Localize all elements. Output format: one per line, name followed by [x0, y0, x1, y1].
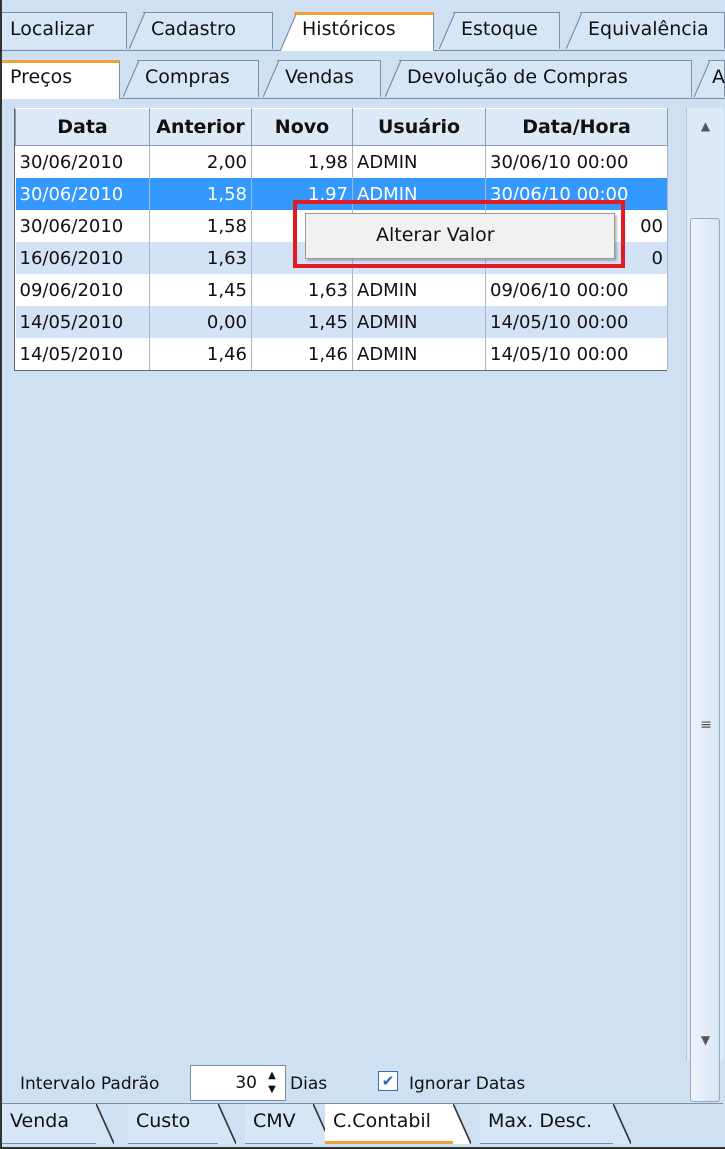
cell-data: 30/06/2010: [15, 210, 150, 242]
intervalo-label: Intervalo Padrão: [20, 1074, 160, 1094]
bottom-tab-strip: Venda Custo CMV C.Contabil Max. Desc.: [2, 1103, 723, 1146]
cell-data-hora: 09/06/10 00:00: [485, 274, 668, 306]
tab-localizar[interactable]: Localizar: [2, 12, 127, 49]
tab-vendas[interactable]: Vendas: [263, 60, 381, 97]
cell-usuario: ADMIN: [352, 178, 486, 210]
tab-a[interactable]: A: [694, 60, 725, 97]
top-tab-strip: Localizar Cadastro Históricos Estoque Eq…: [2, 12, 725, 51]
tab-label: Cadastro: [151, 18, 236, 40]
column-header-data[interactable]: Data: [15, 108, 150, 146]
tab-label: Históricos: [302, 18, 396, 40]
cell-novo: 1,45: [251, 306, 353, 338]
cell-data-hora: 30/06/10 00:00: [485, 145, 668, 178]
intervalo-value[interactable]: 30: [197, 1073, 257, 1093]
tab-label: Devolução de Compras: [407, 66, 628, 88]
tab-label: Venda: [10, 1110, 69, 1132]
cell-anterior: 1,58: [149, 210, 252, 242]
cell-anterior: 1,63: [149, 242, 252, 274]
grip-icon: ≡: [700, 717, 712, 733]
cell-anterior: 0,00: [149, 306, 252, 338]
table-row[interactable]: 14/05/2010 1,46 1,46 ADMIN 14/05/10 00:0…: [15, 338, 668, 370]
sub-tab-strip: Preços Compras Vendas Devolução de Compr…: [2, 60, 725, 99]
tab-label: A: [712, 66, 725, 88]
cell-novo: 1,46: [251, 338, 353, 370]
tab-max-desc[interactable]: Max. Desc.: [480, 1104, 631, 1144]
ignorar-datas-label[interactable]: Ignorar Datas: [409, 1074, 525, 1094]
cell-usuario: ADMIN: [352, 145, 486, 178]
tab-compras[interactable]: Compras: [123, 60, 259, 97]
table-row[interactable]: 14/05/2010 0,00 1,45 ADMIN 14/05/10 00:0…: [15, 306, 668, 338]
tab-equivalencia[interactable]: Equivalência: [566, 12, 725, 49]
tab-custo[interactable]: Custo: [128, 1104, 236, 1144]
table-row-selected[interactable]: 30/06/2010 1,58 1,97 ADMIN 30/06/10 00:0…: [15, 178, 668, 210]
stepper-down-icon[interactable]: ▼: [261, 1083, 283, 1097]
column-header-usuario[interactable]: Usuário: [352, 108, 486, 146]
scrollbar-thumb[interactable]: ≡: [690, 218, 720, 1102]
tab-label: Custo: [136, 1110, 191, 1132]
tab-label: CMV: [253, 1110, 296, 1132]
cell-usuario: ADMIN: [352, 306, 486, 338]
cell-data: 16/06/2010: [15, 242, 150, 274]
vertical-scrollbar[interactable]: ▲ ≡ ▼: [686, 108, 724, 1102]
menu-item-alterar-valor[interactable]: Alterar Valor: [376, 224, 495, 246]
cell-data: 14/05/2010: [15, 338, 150, 370]
tab-cadastro[interactable]: Cadastro: [129, 12, 273, 49]
cell-novo: 1,63: [251, 274, 353, 306]
cell-anterior: 1,46: [149, 338, 252, 370]
cell-data: 30/06/2010: [15, 145, 150, 178]
cell-usuario: ADMIN: [352, 274, 486, 306]
tab-label: Vendas: [285, 66, 354, 88]
intervalo-stepper[interactable]: 30 ▲ ▼: [190, 1065, 286, 1101]
table-row[interactable]: 30/06/2010 2,00 1,98 ADMIN 30/06/10 00:0…: [15, 145, 668, 178]
column-header-novo[interactable]: Novo: [251, 108, 353, 146]
tab-devolucao-compras[interactable]: Devolução de Compras: [385, 60, 692, 97]
tab-label: Max. Desc.: [488, 1110, 593, 1132]
tab-cmv[interactable]: CMV: [245, 1104, 331, 1144]
dias-label: Dias: [290, 1074, 328, 1094]
cell-usuario: ADMIN: [352, 338, 486, 370]
cell-data: 09/06/2010: [15, 274, 150, 306]
cell-novo: 1,97: [251, 178, 353, 210]
column-header-anterior[interactable]: Anterior: [149, 108, 252, 146]
cell-novo: 1,98: [251, 145, 353, 178]
cell-data-hora: 14/05/10 00:00: [485, 338, 668, 370]
tab-label: Estoque: [461, 18, 538, 40]
column-header-data-hora[interactable]: Data/Hora: [485, 108, 668, 146]
stepper-buttons: ▲ ▼: [261, 1069, 283, 1097]
cell-anterior: 1,45: [149, 274, 252, 306]
tab-venda[interactable]: Venda: [2, 1104, 114, 1144]
cell-anterior: 2,00: [149, 145, 252, 178]
check-icon: ✔: [381, 1072, 395, 1090]
tab-precos[interactable]: Preços: [2, 60, 120, 99]
tab-label: Localizar: [10, 18, 94, 40]
cell-data-hora: 14/05/10 00:00: [485, 306, 668, 338]
stepper-up-icon[interactable]: ▲: [261, 1069, 283, 1083]
cell-anterior: 1,58: [149, 178, 252, 210]
ignorar-datas-checkbox[interactable]: ✔: [378, 1071, 398, 1091]
cell-data: 30/06/2010: [15, 178, 150, 210]
tab-estoque[interactable]: Estoque: [439, 12, 560, 49]
table-row[interactable]: 09/06/2010 1,45 1,63 ADMIN 09/06/10 00:0…: [15, 274, 668, 306]
interval-controls: Intervalo Padrão 30 ▲ ▼ Dias ✔ Ignorar D…: [20, 1065, 680, 1101]
grid-header-row: Data Anterior Novo Usuário Data/Hora: [15, 108, 668, 146]
triangle-down-icon[interactable]: ▼: [687, 1022, 724, 1058]
cell-data-hora: 30/06/10 00:00: [485, 178, 668, 210]
tab-historicos[interactable]: Históricos: [280, 12, 434, 51]
cell-data: 14/05/2010: [15, 306, 150, 338]
tab-label: Equivalência: [588, 18, 709, 40]
tab-label: Compras: [145, 66, 230, 88]
tab-c-contabil[interactable]: C.Contabil: [325, 1104, 471, 1144]
tab-label: Preços: [10, 66, 73, 88]
tab-label: C.Contabil: [333, 1110, 431, 1132]
triangle-up-icon[interactable]: ▲: [687, 108, 724, 144]
context-menu: Alterar Valor: [305, 213, 615, 259]
